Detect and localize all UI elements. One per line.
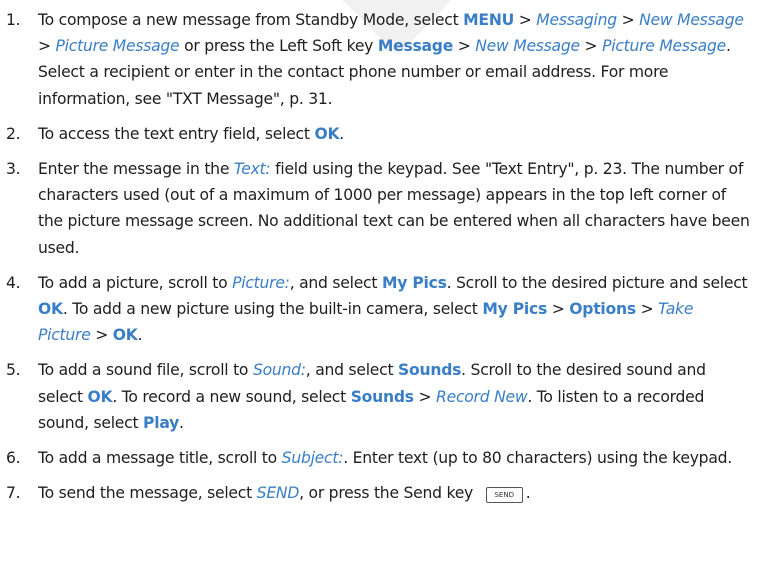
step-number: 7. <box>6 484 21 503</box>
step-number: 6. <box>6 449 21 468</box>
step-text-run: To access the text entry field, select <box>38 124 315 143</box>
softkey-label: My Pics <box>482 300 548 319</box>
step-5: 5. To add a sound file, scroll to Sound:,… <box>6 357 750 436</box>
step-number: 1. <box>6 11 21 29</box>
step-6: 6. To add a message title, scroll to Subj… <box>6 445 750 471</box>
step-text: To add a picture, scroll to Picture:, an… <box>38 273 748 345</box>
step-2: 2. To access the text entry field, select… <box>6 121 750 147</box>
step-number: 4. <box>6 273 21 292</box>
step-text-run: . To record a new sound, select <box>112 387 351 406</box>
menu-option-label: Subject: <box>281 449 344 468</box>
step-text-run: > <box>547 300 570 319</box>
step-text: To add a sound file, scroll to Sound:, a… <box>38 361 706 431</box>
step-text-run: To add a picture, scroll to <box>38 273 233 292</box>
document-page: Draft 1.To compose a new message from St… <box>0 0 762 576</box>
step-text-run: To send the message, select <box>38 484 257 503</box>
step-text-run: . <box>137 326 143 345</box>
softkey-label: Options <box>569 300 636 319</box>
step-text-run: > <box>579 37 603 56</box>
menu-option-label: Text: <box>233 160 271 179</box>
step-3: 3. Enter the message in the Text: field u… <box>6 156 750 261</box>
step-number: 2. <box>6 124 21 143</box>
step-text-run: To add a message title, scroll to <box>38 449 282 468</box>
step-text-run: , and select <box>305 361 399 380</box>
menu-option-label: Picture: <box>232 273 290 292</box>
step-text-run: . <box>525 484 531 503</box>
step-4: 4. To add a picture, scroll to Picture:, … <box>6 270 750 349</box>
step-text-run: or press the Left Soft key <box>179 37 378 56</box>
step-text-run: , and select <box>289 273 382 292</box>
step-text-run: . Enter text (up to 80 characters) using… <box>343 449 732 468</box>
menu-option-label: New Message <box>475 37 580 56</box>
step-text-run: > <box>453 37 476 56</box>
step-text-run: . Scroll to the desired picture and sele… <box>446 273 748 292</box>
step-text: To add a message title, scroll to Subjec… <box>38 449 732 467</box>
step-text-run: > <box>635 300 659 319</box>
instruction-steps-list: 1. To compose a new message from Standby … <box>6 7 750 506</box>
softkey-label: OK <box>38 300 63 319</box>
step-text-run: To compose a new message from Standby Mo… <box>38 11 464 29</box>
softkey-label: OK <box>112 326 138 345</box>
step-text-run: > <box>413 387 437 406</box>
step-text: To compose a new message from Standby Mo… <box>38 11 744 108</box>
softkey-label: Sounds <box>398 361 462 380</box>
step-7: 7. To send the message, select SEND, or p… <box>6 480 750 506</box>
softkey-label: Message <box>377 37 454 56</box>
step-text-run: , or press the Send key <box>299 484 478 503</box>
menu-option-label: Record New <box>436 387 528 406</box>
step-text-run: . To add a new picture using the built-i… <box>62 300 483 319</box>
step-1: 1. To compose a new message from Standby … <box>6 7 750 112</box>
softkey-label: My Pics <box>381 273 447 292</box>
softkey-label: OK <box>314 124 340 143</box>
step-text-run: . <box>339 124 345 143</box>
menu-option-label: Sound: <box>252 361 306 380</box>
menu-option-label: Picture Message <box>55 37 180 56</box>
step-text-run: Enter the message in the <box>38 160 234 179</box>
step-text-run: To add a sound file, scroll to <box>38 361 253 380</box>
menu-option-label: SEND <box>256 484 300 503</box>
step-text-run: > <box>90 326 113 345</box>
step-text-run: > <box>38 37 56 56</box>
step-text-run: . <box>179 413 184 432</box>
send-key-icon: SEND <box>485 487 523 504</box>
softkey-label: Sounds <box>350 387 414 406</box>
step-text-run: > <box>616 11 640 29</box>
step-number: 5. <box>6 361 21 380</box>
softkey-label: Play <box>143 413 180 432</box>
step-number: 3. <box>6 160 21 179</box>
step-text: Enter the message in the Text: field usi… <box>38 160 750 257</box>
menu-option-label: Messaging <box>536 11 617 29</box>
menu-option-label: Picture Message <box>602 37 726 56</box>
step-text: To send the message, select SEND, or pre… <box>38 484 531 504</box>
step-text: To access the text entry field, select O… <box>38 125 344 143</box>
step-text-run: > <box>514 11 537 29</box>
softkey-label: OK <box>87 387 113 406</box>
menu-option-label: New Message <box>639 11 744 29</box>
softkey-label: MENU <box>463 11 515 29</box>
